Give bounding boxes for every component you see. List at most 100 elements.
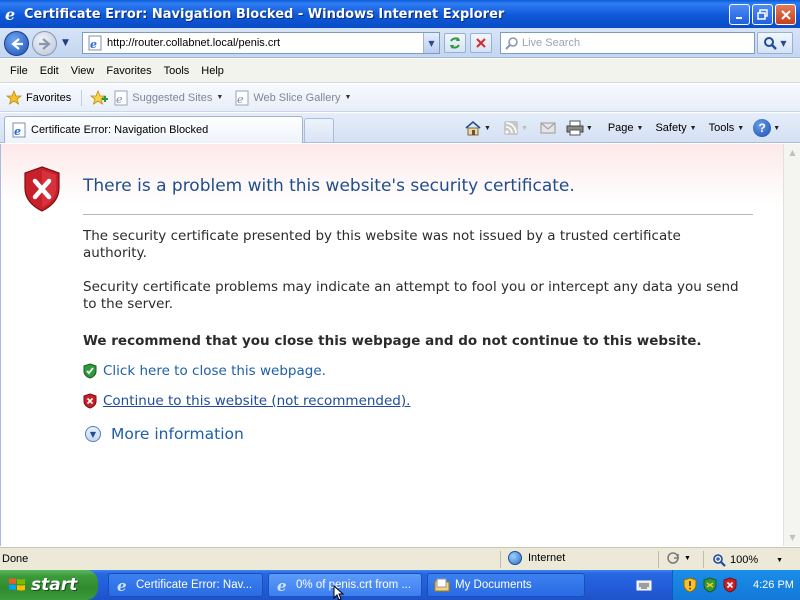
windows-flag-icon — [9, 578, 25, 591]
address-field[interactable]: e http://router.collabnet.local/penis.cr… — [82, 32, 440, 54]
ie-page-icon: e — [114, 90, 128, 106]
status-separator — [658, 551, 659, 568]
folder-icon — [434, 578, 450, 592]
svg-text:e: e — [5, 6, 15, 22]
continue-to-website-link[interactable]: Continue to this website (not recommende… — [83, 393, 410, 409]
web-slice-gallery-label: Web Slice Gallery — [253, 91, 341, 104]
read-mail-button[interactable] — [540, 121, 556, 135]
close-button[interactable] — [775, 4, 796, 25]
taskbar-item-label: 0% of penis.crt from ... — [296, 579, 412, 591]
feeds-button[interactable]: ▼ — [503, 120, 528, 136]
vertical-scrollbar[interactable]: ▲ ▼ — [783, 144, 800, 546]
menu-edit[interactable]: Edit — [34, 65, 65, 77]
forward-button[interactable] — [32, 31, 57, 56]
divider — [83, 214, 753, 215]
start-label: start — [31, 575, 78, 595]
forward-arrow-icon — [38, 37, 51, 50]
tab-certificate-error[interactable]: e Certificate Error: Navigation Blocked — [4, 116, 303, 143]
scroll-down-arrow-icon[interactable]: ▼ — [784, 529, 800, 546]
taskbar-item-ie-window[interactable]: e Certificate Error: Nav... — [108, 573, 263, 597]
stop-button[interactable] — [470, 33, 492, 53]
ie-logo-icon: e — [5, 6, 15, 22]
ie-page-icon: e — [235, 90, 249, 106]
chevron-down-icon: ▼ — [585, 124, 593, 132]
refresh-button[interactable] — [444, 33, 466, 53]
star-icon — [6, 89, 22, 105]
chevron-down-icon: ▼ — [344, 94, 352, 101]
red-shield-icon[interactable] — [723, 577, 737, 593]
taskbar-item-label: Certificate Error: Nav... — [136, 579, 253, 591]
taskbar-item-label: My Documents — [455, 579, 532, 591]
recent-pages-dropdown[interactable]: ▼ — [62, 38, 69, 48]
search-options-caret: ▼ — [780, 38, 787, 48]
system-tray: 4:26 PM — [672, 570, 800, 600]
page-content: There is a problem with this website's s… — [0, 144, 800, 546]
untrusted-authority-text: The security certificate presented by th… — [83, 228, 681, 261]
menu-tools[interactable]: Tools — [158, 65, 196, 77]
safety-menu-label: Safety — [655, 122, 687, 134]
ie-logo-icon: e — [117, 577, 127, 593]
svg-text:e: e — [117, 577, 127, 593]
tools-menu-button[interactable]: Tools ▼ — [706, 122, 748, 134]
ie-logo-icon: e — [277, 577, 287, 593]
safety-menu-button[interactable]: Safety ▼ — [652, 122, 699, 134]
close-webpage-link[interactable]: Click here to close this webpage. — [83, 363, 326, 379]
keyboard-icon[interactable] — [636, 578, 652, 592]
home-icon — [465, 120, 481, 136]
continue-label: Continue to this website (not recommende… — [103, 393, 411, 409]
status-bar: Done Internet ▼ 100% ▼ — [0, 547, 800, 570]
title-bar[interactable]: e Certificate Error: Navigation Blocked … — [0, 0, 800, 28]
scroll-up-arrow-icon[interactable]: ▲ — [784, 144, 800, 161]
chevron-down-icon: ▼ — [684, 554, 691, 562]
more-information-label: More information — [111, 425, 244, 443]
new-tab-button[interactable] — [304, 118, 334, 142]
maximize-button[interactable] — [752, 4, 773, 25]
more-information-toggle[interactable]: ▼ More information — [85, 425, 244, 443]
update-shield-icon[interactable] — [703, 577, 717, 593]
printer-icon — [566, 120, 584, 136]
error-shield-icon — [24, 166, 60, 212]
menu-bar: File Edit View Favorites Tools Help — [0, 59, 800, 83]
minimize-button[interactable] — [729, 4, 750, 25]
security-center-shield-icon[interactable] — [683, 577, 697, 593]
close-webpage-label: Click here to close this webpage. — [103, 363, 326, 379]
search-button[interactable]: ▼ — [757, 32, 793, 54]
chevron-down-icon: ▼ — [776, 556, 784, 564]
address-dropdown-button[interactable]: ▼ — [423, 33, 439, 53]
menu-file[interactable]: File — [4, 65, 34, 77]
menu-favorites[interactable]: Favorites — [100, 65, 157, 77]
red-shield-x-icon — [83, 393, 97, 409]
page-menu-button[interactable]: Page ▼ — [605, 122, 647, 134]
mouse-cursor-icon — [333, 585, 345, 600]
taskbar-item-my-documents[interactable]: My Documents — [427, 573, 585, 597]
tab-bar: e Certificate Error: Navigation Blocked … — [0, 113, 800, 143]
web-slice-gallery-link[interactable]: e Web Slice Gallery ▼ — [235, 90, 351, 106]
menu-help[interactable]: Help — [195, 65, 230, 77]
magnifier-icon — [764, 37, 778, 50]
protected-mode-button[interactable]: ▼ — [666, 551, 691, 565]
back-button[interactable] — [4, 31, 29, 56]
globe-icon — [508, 551, 522, 565]
zoom-control[interactable]: 100% ▼ — [712, 553, 783, 567]
home-button[interactable]: ▼ — [464, 120, 491, 136]
mail-icon — [540, 122, 556, 134]
add-to-favorites-icon[interactable] — [90, 89, 109, 106]
menu-view[interactable]: View — [65, 65, 101, 77]
chevron-down-icon: ▼ — [216, 94, 224, 101]
search-field[interactable] — [500, 32, 755, 54]
print-button[interactable]: ▼ — [566, 120, 593, 136]
taskbar-item-download[interactable]: e 0% of penis.crt from ... — [268, 573, 422, 597]
stop-icon — [476, 38, 486, 48]
suggested-sites-link[interactable]: e Suggested Sites ▼ — [114, 90, 223, 106]
favorites-button[interactable]: Favorites — [6, 89, 83, 106]
security-zone[interactable]: Internet — [508, 551, 565, 565]
clock[interactable]: 4:26 PM — [753, 579, 794, 591]
status-text: Done — [2, 553, 29, 565]
refresh-icon — [450, 37, 460, 49]
green-shield-check-icon — [83, 363, 97, 379]
help-button[interactable]: ? ▼ — [753, 119, 780, 137]
suggested-sites-label: Suggested Sites — [132, 91, 213, 104]
chevron-down-icon: ▼ — [737, 124, 745, 132]
start-button[interactable]: start — [0, 570, 98, 600]
search-input[interactable] — [522, 37, 742, 49]
